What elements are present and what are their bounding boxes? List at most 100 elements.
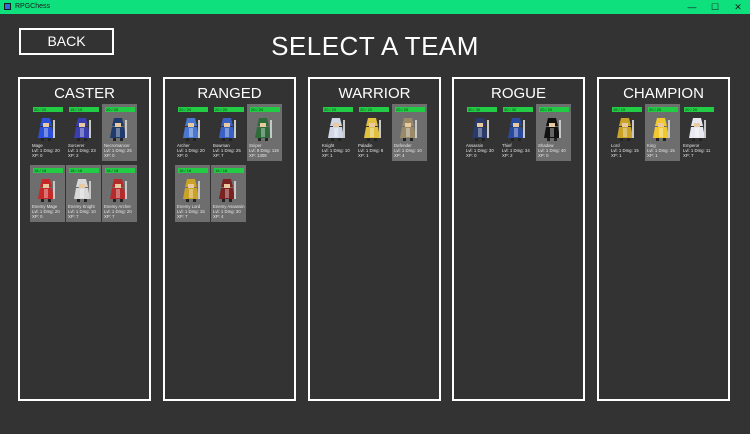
paladin-sprite-icon <box>361 116 383 142</box>
hp-bar: 18 / 18 <box>33 168 63 173</box>
hp-bar: 18 / 18 <box>178 168 208 173</box>
shadow-sprite-icon <box>541 116 563 142</box>
team-title: RANGED <box>197 85 262 102</box>
team-title: WARRIOR <box>338 85 411 102</box>
team-title: CASTER <box>54 85 115 102</box>
unit-xp: XP: 7 <box>177 214 188 219</box>
emperor-sprite-icon <box>686 116 708 142</box>
hp-bar: 30 / 30 <box>467 107 497 112</box>
hp-bar: 20 / 20 <box>105 107 135 112</box>
unit-card[interactable]: 30 / 30 Thief Lvl: 1 Dmg: 34 XP: 2 <box>500 104 535 161</box>
hp-text: 20 / 20 <box>215 107 228 112</box>
unit-card[interactable]: 30 / 30 Assassin Lvl: 1 Dmg: 30 XP: 0 <box>464 104 499 161</box>
enemy-knight-sprite-icon <box>71 177 93 203</box>
unit-xp: XP: 7 <box>104 214 115 219</box>
hp-bar: 20 / 20 <box>395 107 425 112</box>
unit-card[interactable]: 20 / 20 Knight Lvl: 1 Dmg: 10 XP: 1 <box>320 104 355 161</box>
team-panel-warrior[interactable]: WARRIOR 20 / 20 Knight Lvl: 1 Dmg: 10 XP: 1… <box>308 77 441 401</box>
hp-text: 18 / 18 <box>179 168 192 173</box>
minimize-button[interactable]: — <box>680 0 704 14</box>
hp-bar: 15 / 15 <box>69 107 99 112</box>
hp-text: 30 / 30 <box>504 107 517 112</box>
enemy-lord-sprite-icon <box>180 177 202 203</box>
unit-card[interactable]: 20 / 20 Paladin Lvl: 1 Dmg: 8 XP: 1 <box>356 104 391 161</box>
king-sprite-icon <box>650 116 672 142</box>
unit-xp: XP: 0 <box>32 214 43 219</box>
team-title: CHAMPION <box>623 85 704 102</box>
unit-card[interactable]: 20 / 20 Archer Lvl: 1 Dmg: 20 XP: 0 <box>175 104 210 161</box>
enemy-archer-sprite-icon <box>107 177 129 203</box>
thief-sprite-icon <box>505 116 527 142</box>
unit-card[interactable]: 20 / 20 Mage Lvl: 1 Dmg: 20 XP: 0 <box>30 104 65 161</box>
hp-text: 18 / 18 <box>34 168 47 173</box>
bowman-sprite-icon <box>216 116 238 142</box>
unit-xp: XP: 2 <box>68 153 79 158</box>
hp-text: 20 / 20 <box>251 107 264 112</box>
maximize-button[interactable]: ☐ <box>703 0 727 14</box>
hp-bar: 15 / 15 <box>612 107 642 112</box>
unit-xp: XP: 1 <box>322 153 333 158</box>
window-title-bar: RPGChess — ☐ ✕ <box>0 0 750 14</box>
hp-text: 15 / 15 <box>613 107 626 112</box>
hp-bar: 20 / 20 <box>33 107 63 112</box>
necromancer-sprite-icon <box>107 116 129 142</box>
unit-xp: XP: 1 <box>611 153 622 158</box>
hp-bar: 20 / 20 <box>648 107 678 112</box>
unit-card[interactable]: 18 / 18 Enemy Mage Lvl: 1 Dmg: 20 XP: 0 <box>30 165 65 222</box>
unit-xp: XP: 1308 <box>249 153 267 158</box>
unit-xp: XP: 0 <box>104 153 115 158</box>
hp-text: 18 / 18 <box>70 168 83 173</box>
unit-card[interactable]: 20 / 20 Shadow Lvl: 1 Dmg: 40 XP: 0 <box>536 104 571 161</box>
close-button[interactable]: ✕ <box>726 0 750 14</box>
team-title: ROGUE <box>490 85 546 102</box>
team-panel-caster[interactable]: CASTER 20 / 20 Mage Lvl: 1 Dmg: 20 XP: 0 15 … <box>18 77 151 401</box>
unit-card[interactable]: 20 / 20 Defender Lvl: 1 Dmg: 10 XP: 4 <box>392 104 427 161</box>
unit-xp: XP: 0 <box>466 153 477 158</box>
hp-text: 20 / 20 <box>396 107 409 112</box>
assassin-sprite-icon <box>469 116 491 142</box>
enemy-assassin-sprite-icon <box>216 177 238 203</box>
unit-xp: XP: 0 <box>32 153 43 158</box>
team-panel-rogue[interactable]: ROGUE 30 / 30 Assassin Lvl: 1 Dmg: 30 XP: 0… <box>452 77 585 401</box>
unit-xp: XP: 4 <box>213 214 224 219</box>
unit-card[interactable]: 20 / 20 King Lvl: 1 Dmg: 15 XP: 1 <box>645 104 680 161</box>
unit-xp: XP: 0 <box>538 153 549 158</box>
app-icon <box>4 3 11 10</box>
unit-xp: XP: 0 <box>177 153 188 158</box>
hp-text: 18 / 18 <box>215 168 228 173</box>
unit-card[interactable]: 18 / 18 Enemy Knight Lvl: 1 Dmg: 10 XP: 7 <box>66 165 101 222</box>
unit-xp: XP: 7 <box>213 153 224 158</box>
hp-text: 20 / 20 <box>324 107 337 112</box>
unit-xp: XP: 7 <box>683 153 694 158</box>
page-title: SELECT A TEAM <box>271 31 479 61</box>
hp-bar: 20 / 20 <box>359 107 389 112</box>
hp-bar: 18 / 18 <box>214 168 244 173</box>
window-title: RPGChess <box>15 3 51 10</box>
hp-bar: 18 / 18 <box>69 168 99 173</box>
unit-card[interactable]: 15 / 15 Lord Lvl: 1 Dmg: 15 XP: 1 <box>609 104 644 161</box>
hp-text: 20 / 20 <box>540 107 553 112</box>
unit-card[interactable]: 18 / 18 Enemy Archer Lvl: 1 Dmg: 20 XP: 7 <box>102 165 137 222</box>
hp-bar: 20 / 20 <box>323 107 353 112</box>
unit-card[interactable]: 20 / 20 Emperor Lvl: 1 Dmg: 11 XP: 7 <box>681 104 716 161</box>
unit-card[interactable]: 20 / 20 Bowman Lvl: 1 Dmg: 25 XP: 7 <box>211 104 246 161</box>
hp-bar: 20 / 20 <box>539 107 569 112</box>
unit-xp: XP: 1 <box>647 153 658 158</box>
unit-card[interactable]: 15 / 15 Sorcerer Lvl: 1 Dmg: 23 XP: 2 <box>66 104 101 161</box>
unit-card[interactable]: 18 / 18 Enemy Lord Lvl: 1 Dmg: 15 XP: 7 <box>175 165 210 222</box>
unit-card[interactable]: 20 / 20 Necromancer Lvl: 1 Dmg: 25 XP: 0 <box>102 104 137 161</box>
archer-sprite-icon <box>180 116 202 142</box>
team-panel-ranged[interactable]: RANGED 20 / 20 Archer Lvl: 1 Dmg: 20 XP: 02… <box>163 77 296 401</box>
team-panel-champion[interactable]: CHAMPION 15 / 15 Lord Lvl: 1 Dmg: 15 XP: 12… <box>597 77 730 401</box>
hp-bar: 20 / 20 <box>250 107 280 112</box>
hp-text: 30 / 30 <box>468 107 481 112</box>
hp-bar: 20 / 20 <box>684 107 714 112</box>
hp-text: 20 / 20 <box>360 107 373 112</box>
hp-text: 18 / 18 <box>106 168 119 173</box>
unit-card[interactable]: 18 / 18 Enemy Assassin Lvl: 1 Dmg: 30 XP: 4 <box>211 165 246 222</box>
unit-xp: XP: 1 <box>358 153 369 158</box>
unit-card[interactable]: 20 / 20 Sniper Lvl: 8 Dmg: 119 XP: 1308 <box>247 104 282 161</box>
sorcerer-sprite-icon <box>71 116 93 142</box>
hp-text: 20 / 20 <box>34 107 47 112</box>
unit-xp: XP: 7 <box>68 214 79 219</box>
